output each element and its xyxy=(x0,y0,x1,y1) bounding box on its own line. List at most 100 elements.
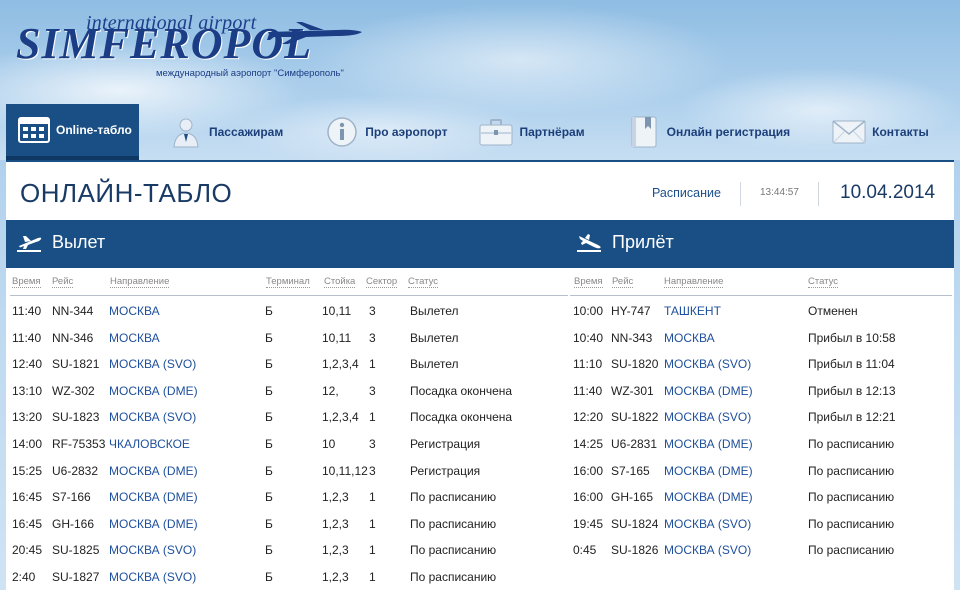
header-banner: SIMFEROPOL international airport междуна… xyxy=(0,0,960,160)
arr-status: По расписанию xyxy=(808,490,895,505)
nav-label: Пассажирам xyxy=(209,125,284,139)
arr-status: По расписанию xyxy=(808,543,895,558)
nav-label: Онлайн регистрация xyxy=(666,125,791,139)
envelope-icon xyxy=(832,115,866,149)
current-time: 13:44:57 xyxy=(760,187,799,198)
arr-status: Прибыл в 12:21 xyxy=(808,410,896,425)
table-row[interactable]: 2:40 SU-1827 МОСКВА (SVO) Б 1,2,3 1 По расписа… xyxy=(6,564,954,590)
dep-col-status: Статус xyxy=(408,276,439,288)
arr-flight: SU-1822 xyxy=(611,410,659,425)
arr-time: 0:45 xyxy=(573,543,597,558)
arr-time: 11:10 xyxy=(573,357,603,372)
dep-header-line xyxy=(10,295,568,296)
nav-label: Online-табло xyxy=(56,123,132,137)
arr-time: 11:40 xyxy=(573,383,603,398)
arr-time: 16:00 xyxy=(573,490,604,505)
airport-logo[interactable]: SIMFEROPOL international airport междуна… xyxy=(16,8,376,82)
arr-time: 12:20 xyxy=(573,410,604,425)
logo-top-text: international airport xyxy=(86,12,257,34)
board-header: Вылет Прилёт xyxy=(6,220,954,268)
arr-destination[interactable]: МОСКВА (DME) xyxy=(664,464,753,478)
arr-col-time: Время xyxy=(574,276,603,288)
arr-destination[interactable]: МОСКВА (SVO) xyxy=(664,410,751,424)
arr-col-destination: Направление xyxy=(664,276,724,288)
table-row[interactable]: 12:20 SU-1822 МОСКВА (SVO) Прибыл в 12:21 xyxy=(6,404,954,431)
arr-destination[interactable]: МОСКВА xyxy=(664,331,715,345)
nav-label: Контакты xyxy=(872,125,929,139)
board-icon xyxy=(18,113,50,147)
passenger-icon xyxy=(169,115,203,149)
title-bar: ОНЛАЙН-ТАБЛО Расписание 13:44:57 10.04.2… xyxy=(6,162,954,222)
arrivals-title: Прилёт xyxy=(612,232,674,252)
dep-col-time: Время xyxy=(12,276,41,288)
arr-flight: SU-1826 xyxy=(611,543,659,558)
nav-online-board[interactable]: Online-табло xyxy=(6,104,139,160)
nav-about-airport[interactable]: Про аэропорт xyxy=(313,104,459,160)
table-row[interactable]: 10:40 NN-343 МОСКВА Прибыл в 10:58 xyxy=(6,325,954,352)
nav-contacts[interactable]: Контакты xyxy=(820,104,941,160)
arr-flight: S7-165 xyxy=(611,463,650,478)
dep-counter: 1,2,3 xyxy=(322,570,349,584)
dep-terminal: Б xyxy=(265,570,273,584)
arrivals-header[interactable]: Прилёт xyxy=(576,232,674,253)
schedule-link[interactable]: Расписание xyxy=(652,186,721,200)
arr-flight: NN-343 xyxy=(611,330,653,345)
table-row[interactable]: 0:45 SU-1826 МОСКВА (SVO) По расписанию xyxy=(6,537,954,564)
nav-partners[interactable]: Партнёрам xyxy=(467,104,596,160)
arr-col-flight: Рейс xyxy=(612,276,634,288)
dep-col-flight: Рейс xyxy=(52,276,74,288)
table-row[interactable]: 10:00 HY-747 ТАШКЕНТ Отменен xyxy=(6,298,954,325)
dep-time: 2:40 xyxy=(12,570,36,584)
arr-status: По расписанию xyxy=(808,516,895,531)
briefcase-icon xyxy=(479,115,513,149)
dep-col-counter: Стойка xyxy=(324,276,356,288)
arr-status: По расписанию xyxy=(808,437,895,451)
arr-time: 10:40 xyxy=(573,330,604,345)
table-row[interactable]: 16:00 S7-165 МОСКВА (DME) По расписанию xyxy=(6,458,954,485)
arr-status: По расписанию xyxy=(808,463,895,478)
departures-header[interactable]: Вылет xyxy=(16,232,105,253)
table-row[interactable]: 11:10 SU-1820 МОСКВА (SVO) Прибыл в 11:04 xyxy=(6,351,954,378)
arr-flight: GH-165 xyxy=(611,490,654,505)
arr-destination[interactable]: МОСКВА (DME) xyxy=(664,437,753,451)
dep-col-sector: Сектор xyxy=(366,276,398,288)
arr-flight: U6-2831 xyxy=(611,437,658,451)
arr-time: 19:45 xyxy=(573,516,604,531)
arr-flight: HY-747 xyxy=(611,304,651,318)
arr-destination[interactable]: МОСКВА (SVO) xyxy=(664,543,751,557)
arr-time: 14:25 xyxy=(573,437,604,451)
table-row[interactable]: 19:45 SU-1824 МОСКВА (SVO) По расписанию xyxy=(6,511,954,538)
arr-destination[interactable]: МОСКВА (DME) xyxy=(664,384,753,398)
plane-logo-icon xyxy=(267,22,362,44)
arr-flight: SU-1820 xyxy=(611,357,659,372)
arr-status: Прибыл в 11:04 xyxy=(808,357,895,372)
nav-label: Про аэропорт xyxy=(365,125,448,139)
arr-col-status: Статус xyxy=(808,276,839,288)
departure-plane-icon xyxy=(17,235,42,252)
dep-destination[interactable]: МОСКВА (SVO) xyxy=(109,570,196,584)
arr-flight: WZ-301 xyxy=(611,383,654,398)
arr-status: Прибыл в 12:13 xyxy=(808,383,896,398)
arr-flight: SU-1824 xyxy=(611,516,659,531)
page-title: ОНЛАЙН-ТАБЛО xyxy=(20,178,233,208)
table-row[interactable]: 14:25 U6-2831 МОСКВА (DME) По расписанию xyxy=(6,431,954,458)
arr-time: 10:00 xyxy=(573,304,604,318)
board-panel: ОНЛАЙН-ТАБЛО Расписание 13:44:57 10.04.2… xyxy=(6,160,954,590)
arr-destination[interactable]: МОСКВА (SVO) xyxy=(664,517,751,531)
arr-destination[interactable]: МОСКВА (SVO) xyxy=(664,357,751,371)
logo-subtitle: международный аэропорт "Симферополь" xyxy=(156,68,344,79)
arr-status: Прибыл в 10:58 xyxy=(808,330,896,345)
table-row[interactable]: 11:40 WZ-301 МОСКВА (DME) Прибыл в 12:13 xyxy=(6,378,954,405)
dep-flight: SU-1827 xyxy=(52,570,100,584)
nav-online-checkin[interactable]: Онлайн регистрация xyxy=(615,104,803,160)
arr-destination[interactable]: ТАШКЕНТ xyxy=(664,304,721,318)
arr-time: 16:00 xyxy=(573,463,604,478)
dep-col-terminal: Терминал xyxy=(266,276,310,288)
arr-destination[interactable]: МОСКВА (DME) xyxy=(664,490,753,504)
table-row[interactable]: 16:00 GH-165 МОСКВА (DME) По расписанию xyxy=(6,484,954,511)
divider xyxy=(818,182,819,206)
departures-title: Вылет xyxy=(52,232,106,252)
main-navigation: Online-табло Пассажирам Про аэропорт Пар… xyxy=(6,104,954,160)
nav-label: Партнёрам xyxy=(519,125,585,139)
nav-passengers[interactable]: Пассажирам xyxy=(157,104,295,160)
